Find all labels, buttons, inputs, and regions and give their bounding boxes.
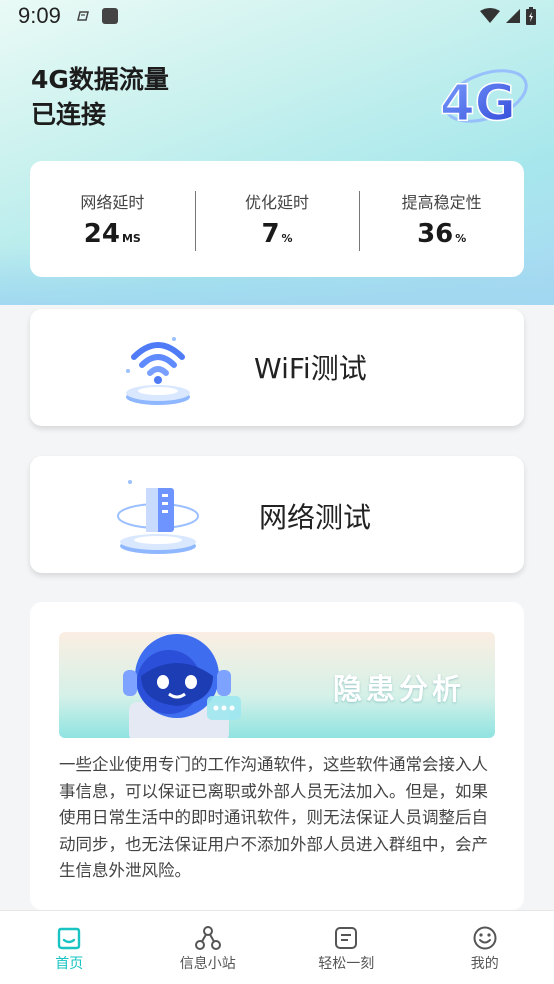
nav-home[interactable]: 首页 — [0, 911, 139, 984]
home-icon — [58, 927, 81, 950]
network-icon — [194, 926, 221, 950]
network-test-label: 网络测试 — [259, 501, 372, 534]
message-icon — [335, 927, 358, 949]
network-illustration-icon — [117, 480, 199, 554]
battery-icon — [526, 7, 536, 25]
smile-icon — [473, 926, 497, 950]
stats-card: 网络延时 24 MS 优化延时 7% 提高稳定性 36% — [30, 161, 524, 277]
stat-label: 优化延时 — [245, 193, 310, 212]
nav-label: 轻松一刻 — [318, 956, 375, 972]
connection-status: 4G数据流量 已连接 — [31, 62, 169, 132]
nav-relax[interactable]: 轻松一刻 — [277, 911, 416, 984]
nav-label: 信息小站 — [179, 956, 236, 972]
network-test-button[interactable]: 网络测试 — [30, 456, 524, 573]
robot-headset-icon — [123, 634, 241, 738]
wifi-illustration-icon — [126, 337, 190, 405]
stat-value: 36 — [417, 219, 454, 249]
4g-logo-text: 4G — [440, 74, 516, 132]
stat-optimized-latency: 优化延时 7% — [194, 189, 360, 251]
wifi-test-label: WiFi测试 — [254, 352, 367, 385]
nav-label: 我的 — [470, 956, 499, 972]
risk-analysis-text: 一些企业使用专门的工作沟通软件，这些软件通常会接入人事信息，可以保证已离职或外部… — [59, 755, 488, 880]
stat-network-latency: 网络延时 24 MS — [30, 189, 195, 249]
wifi-signal-icon — [480, 8, 500, 23]
nav-label: 首页 — [55, 956, 84, 972]
connection-type-title: 4G数据流量 — [31, 65, 169, 94]
4g-logo-icon: 4G — [439, 69, 528, 133]
risk-analysis-card: 隐患分析 一些企业使用专门的工作沟通软件，这些软件通常会接入人事信息，可以保证已… — [30, 602, 524, 910]
app-square-icon — [101, 8, 118, 24]
stat-value: 24 — [83, 219, 120, 249]
stat-label: 提高稳定性 — [401, 193, 482, 212]
connection-state: 已连接 — [31, 100, 107, 129]
notification-icon — [76, 11, 89, 21]
stat-unit: % — [281, 232, 293, 245]
stat-unit: MS — [121, 232, 141, 245]
nav-info-station[interactable]: 信息小站 — [139, 911, 278, 984]
nav-mine[interactable]: 我的 — [416, 911, 554, 984]
cell-signal-icon — [506, 9, 520, 23]
status-time: 9:09 — [18, 3, 61, 28]
stat-stability: 提高稳定性 36% — [359, 189, 524, 251]
status-bar: 9:09 — [0, 0, 554, 32]
stat-unit: % — [455, 232, 467, 245]
risk-analysis-title: 隐患分析 — [332, 672, 465, 706]
wifi-test-button[interactable]: WiFi测试 — [30, 309, 524, 426]
stat-label: 网络延时 — [80, 193, 145, 212]
stat-value: 7 — [261, 219, 280, 249]
risk-analysis-banner[interactable]: 隐患分析 — [59, 632, 495, 738]
bottom-nav: 首页 信息小站 轻松一刻 我的 — [0, 910, 554, 984]
